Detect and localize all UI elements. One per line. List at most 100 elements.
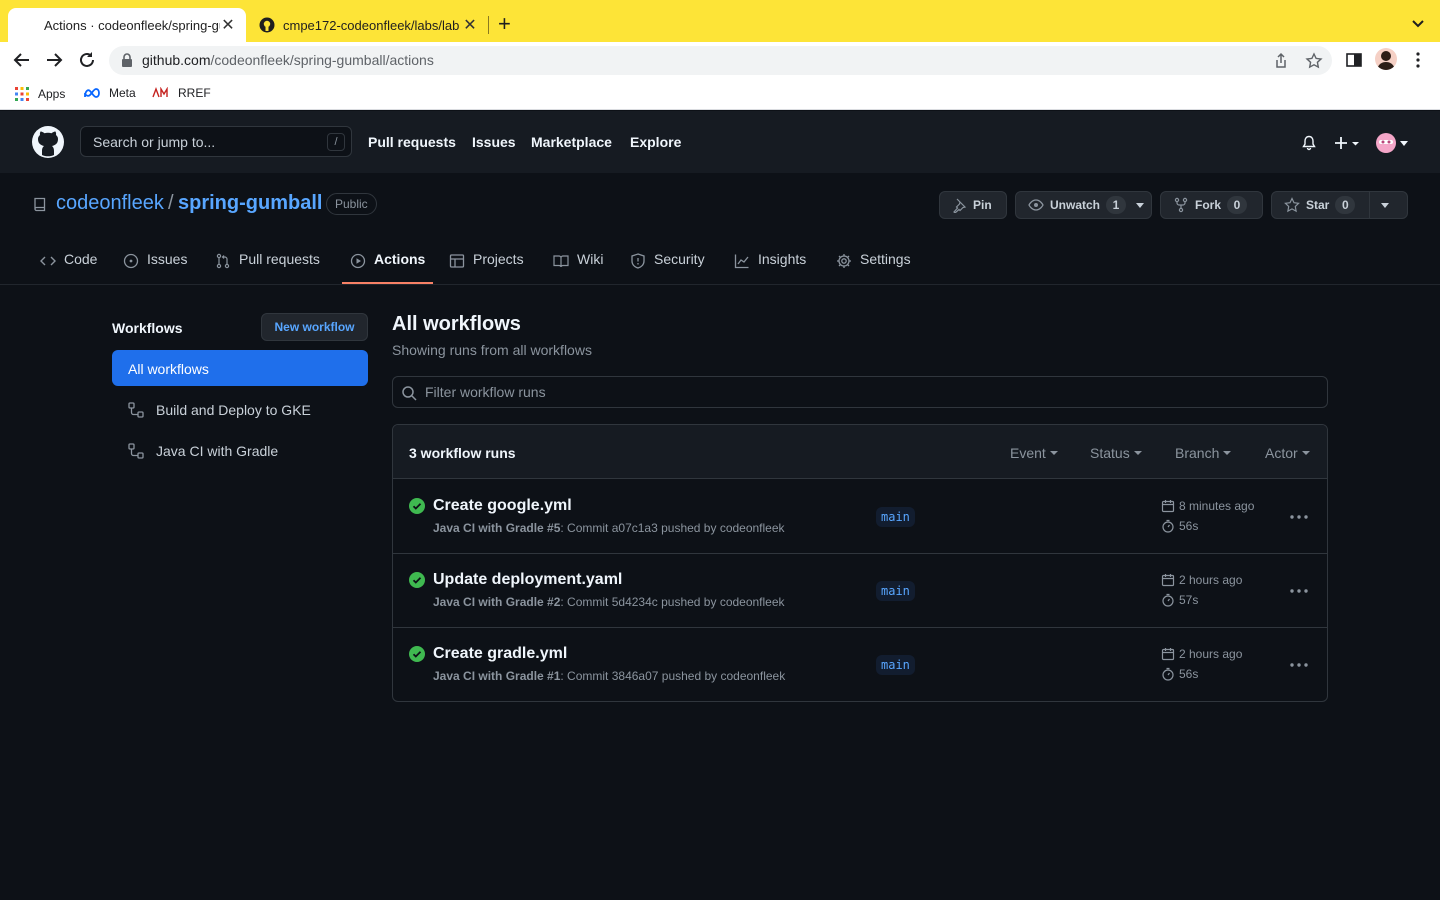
global-search-input[interactable]: Search or jump to... /: [80, 126, 352, 157]
workflow-run-row[interactable]: Create google.yml Java CI with Gradle #5…: [393, 480, 1327, 554]
workflow-run-row[interactable]: Create gradle.yml Java CI with Gradle #1…: [393, 628, 1327, 701]
stopwatch-icon: [1162, 667, 1174, 681]
bookmark-rref[interactable]: RREF: [152, 86, 211, 100]
branch-badge[interactable]: main: [876, 655, 915, 675]
browser-tab-title: cmpe172-codeonfleek/labs/lab: [283, 17, 460, 33]
fork-button[interactable]: Fork 0: [1160, 191, 1263, 219]
button-divider: [1369, 192, 1371, 218]
new-workflow-button[interactable]: New workflow: [261, 313, 368, 341]
tab-security[interactable]: Security: [630, 251, 705, 285]
pin-label: Pin: [973, 198, 992, 212]
close-tab-icon[interactable]: ✕: [220, 15, 236, 35]
fork-icon: [1174, 197, 1188, 213]
github-logo-icon[interactable]: [32, 126, 64, 158]
run-duration: 57s: [1161, 593, 1198, 607]
selected-tab-indicator: [342, 282, 433, 284]
run-meta: Java CI with Gradle #5: Commit a07c1a3 p…: [433, 521, 785, 535]
sidebar-item-java-ci-gradle[interactable]: Java CI with Gradle: [112, 432, 368, 468]
issue-icon: [123, 253, 139, 269]
fork-count: 0: [1227, 196, 1248, 214]
nav-marketplace[interactable]: Marketplace: [531, 134, 612, 150]
tab-label: Security: [654, 251, 705, 267]
close-tab-icon[interactable]: ✕: [462, 15, 478, 35]
star-list-caret-icon[interactable]: [1381, 202, 1390, 208]
browser-tab-labs[interactable]: cmpe172-codeonfleek/labs/lab ✕: [250, 8, 488, 42]
tab-pull-requests[interactable]: Pull requests: [215, 251, 320, 285]
tab-label: Pull requests: [239, 251, 320, 267]
sidebar-item-build-deploy-gke[interactable]: Build and Deploy to GKE: [112, 391, 368, 427]
repository-header: codeonfleek / spring-gumball Public Pin …: [0, 173, 1440, 285]
star-button[interactable]: Star 0: [1271, 191, 1408, 219]
nav-issues[interactable]: Issues: [472, 134, 516, 150]
kebab-menu-icon[interactable]: [1287, 581, 1311, 601]
profile-avatar[interactable]: [1375, 48, 1397, 70]
bookmark-star-icon[interactable]: [1305, 52, 1323, 70]
user-menu[interactable]: [1376, 133, 1410, 153]
branch-badge[interactable]: main: [876, 581, 915, 601]
unwatch-button[interactable]: Unwatch 1: [1015, 191, 1152, 219]
sidebar-item-label: Build and Deploy to GKE: [156, 402, 311, 418]
github-favicon-icon: [259, 17, 275, 33]
branch-badge[interactable]: main: [876, 507, 915, 527]
actor-filter-dropdown[interactable]: Actor: [1265, 445, 1310, 461]
run-when: 2 hours ago: [1179, 573, 1243, 587]
pin-button[interactable]: Pin: [939, 191, 1007, 219]
tab-issues[interactable]: Issues: [123, 251, 187, 285]
tab-wiki[interactable]: Wiki: [553, 251, 603, 285]
tab-insights[interactable]: Insights: [734, 251, 806, 285]
search-icon: [402, 386, 417, 401]
back-arrow-icon[interactable]: [12, 50, 32, 70]
new-tab-button[interactable]: +: [498, 13, 511, 35]
book-icon: [553, 255, 569, 268]
bookmark-meta[interactable]: Meta: [83, 86, 136, 100]
tab-search-chevron-icon[interactable]: [1408, 14, 1428, 34]
run-timestamp: 8 minutes ago: [1161, 499, 1254, 513]
nav-pull-requests[interactable]: Pull requests: [368, 134, 456, 150]
tab-label: Code: [64, 251, 98, 267]
sidebar-item-all-workflows[interactable]: All workflows: [112, 350, 368, 386]
run-title[interactable]: Update deployment.yaml: [433, 571, 622, 589]
bell-icon[interactable]: [1301, 135, 1317, 151]
browser-tab-actions[interactable]: Actions · codeonfleek/spring-gumball ✕: [8, 8, 246, 42]
filter-label: Branch: [1175, 445, 1220, 461]
create-new-plus-icon[interactable]: [1333, 135, 1361, 151]
kebab-menu-icon[interactable]: [1287, 655, 1311, 675]
repo-name-link[interactable]: spring-gumball: [178, 192, 322, 215]
address-bar[interactable]: github.com/codeonfleek/spring-gumball/ac…: [109, 46, 1332, 75]
forward-arrow-icon[interactable]: [44, 50, 64, 70]
side-panel-icon[interactable]: [1345, 51, 1363, 69]
event-filter-dropdown[interactable]: Event: [1010, 445, 1058, 461]
sidebar-item-label: All workflows: [128, 361, 209, 377]
workflow-run-row[interactable]: Update deployment.yaml Java CI with Grad…: [393, 554, 1327, 628]
repo-icon: [34, 197, 46, 212]
star-count: 0: [1335, 196, 1356, 214]
run-title[interactable]: Create gradle.yml: [433, 645, 567, 663]
kebab-menu-icon[interactable]: [1287, 507, 1311, 527]
run-detail: : Commit 3846a07 pushed by codeonfleek: [560, 669, 786, 683]
tab-code[interactable]: Code: [40, 251, 97, 285]
filter-workflow-runs-input[interactable]: Filter workflow runs: [392, 376, 1328, 408]
shield-icon: [631, 253, 645, 269]
bookmark-label: RREF: [178, 86, 211, 100]
run-title[interactable]: Create google.yml: [433, 497, 572, 515]
runs-list-header: 3 workflow runs Event Status Branch Acto…: [393, 425, 1327, 479]
calendar-icon: [1161, 574, 1175, 587]
status-filter-dropdown[interactable]: Status: [1090, 445, 1142, 461]
share-icon[interactable]: [1272, 52, 1290, 70]
run-workflow: Java CI with Gradle #5: [433, 521, 561, 535]
reload-icon[interactable]: [77, 50, 97, 70]
caret-down-icon: [1049, 451, 1058, 455]
nav-explore[interactable]: Explore: [630, 134, 681, 150]
star-icon: [1284, 197, 1300, 213]
meta-icon: [84, 88, 100, 98]
check-circle-icon: [409, 646, 425, 662]
tab-settings[interactable]: Settings: [836, 251, 911, 285]
visibility-badge: Public: [326, 193, 377, 215]
search-placeholder: Search or jump to...: [93, 134, 216, 150]
tab-projects[interactable]: Projects: [449, 251, 524, 285]
bookmark-apps[interactable]: Apps: [14, 86, 65, 102]
branch-filter-dropdown[interactable]: Branch: [1175, 445, 1232, 461]
browser-menu-icon[interactable]: [1409, 51, 1427, 69]
tab-actions[interactable]: Actions: [350, 251, 425, 285]
repo-owner-link[interactable]: codeonfleek: [56, 192, 164, 215]
